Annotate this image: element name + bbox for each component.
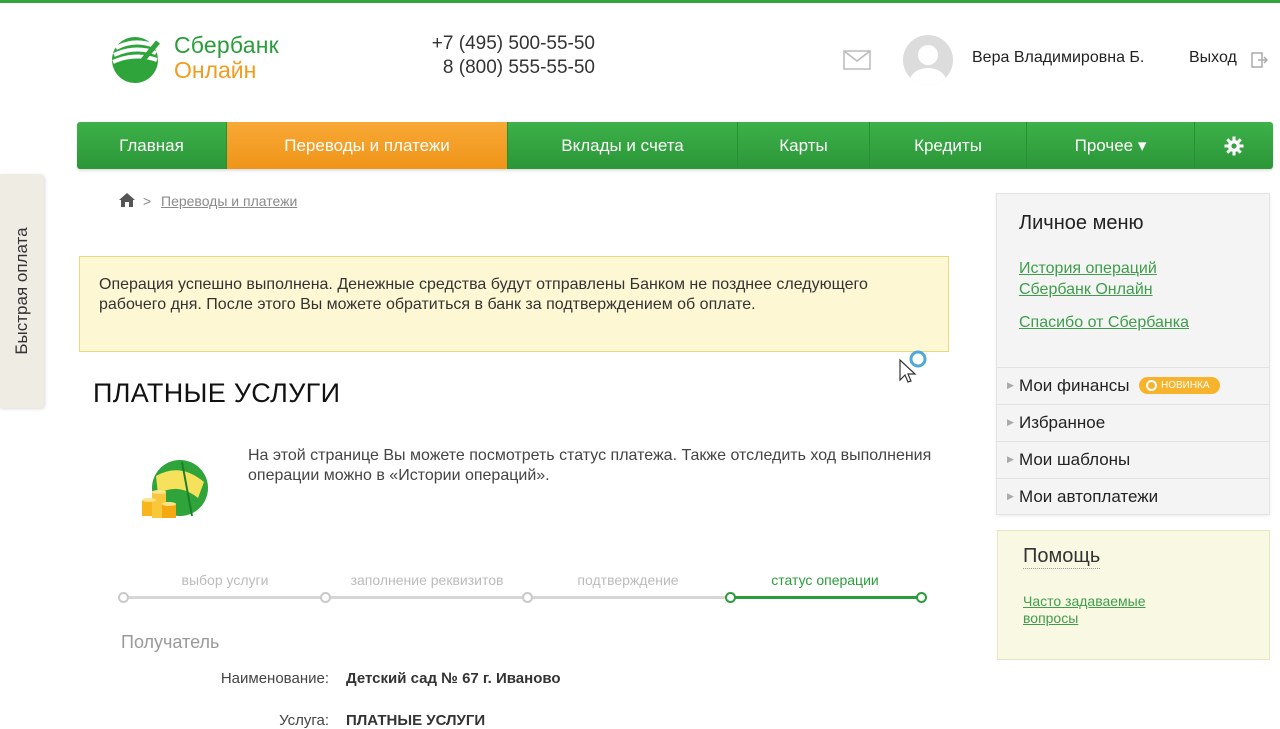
logo-text-online: Онлайн bbox=[174, 57, 257, 83]
step-dot-4 bbox=[725, 592, 736, 603]
logout-icon[interactable] bbox=[1249, 50, 1269, 70]
phone-moscow: +7 (495) 500-55-50 bbox=[431, 33, 595, 54]
service-label: Услуга: bbox=[279, 712, 329, 729]
step-dot-2 bbox=[320, 592, 331, 603]
logo-text-sberbank: Сбербанк bbox=[174, 32, 279, 58]
arrow-right-icon: ▶ bbox=[1007, 380, 1014, 390]
arrow-right-icon: ▶ bbox=[1007, 454, 1014, 464]
menu-item-label: Мои финансы bbox=[1019, 376, 1130, 395]
menu-item-label: Мои автоплатежи bbox=[1019, 487, 1159, 506]
personal-menu-title: Личное меню bbox=[1019, 212, 1144, 234]
step-dot-3 bbox=[522, 592, 533, 603]
spasibo-link[interactable]: Спасибо от Сбербанка bbox=[1019, 312, 1189, 333]
personal-menu: Личное меню История операций Сбербанк Он… bbox=[996, 193, 1270, 515]
help-panel: Помощь Часто задаваемые вопросы bbox=[997, 530, 1270, 660]
success-notice: Операция успешно выполнена. Денежные сре… bbox=[79, 256, 949, 352]
page-title: ПЛАТНЫЕ УСЛУГИ bbox=[93, 378, 341, 408]
breadcrumb-link[interactable]: Переводы и платежи bbox=[161, 193, 297, 209]
sberbank-logo-icon bbox=[112, 37, 160, 83]
service-value: ПЛАТНЫЕ УСЛУГИ bbox=[346, 712, 486, 729]
step-label-4: статус операции bbox=[771, 572, 879, 588]
sberbank-logo[interactable]: Сбербанк Онлайн bbox=[108, 30, 308, 86]
nav-item-home[interactable]: Главная bbox=[77, 122, 227, 169]
step-dot-end bbox=[916, 592, 927, 603]
top-accent-line bbox=[0, 0, 1280, 3]
nav-item-cards[interactable]: Карты bbox=[738, 122, 870, 169]
menu-item-label: Избранное bbox=[1019, 413, 1106, 432]
progress-track-active bbox=[730, 596, 922, 599]
mouse-cursor-icon bbox=[899, 350, 927, 383]
intro-text: На этой странице Вы можете посмотреть ст… bbox=[248, 447, 932, 484]
contact-phones: +7 (495) 500-55-50 8 (800) 555-55-50 bbox=[400, 32, 595, 80]
coins-globe-icon bbox=[142, 460, 208, 518]
name-value: Детский сад № 67 г. Иваново bbox=[346, 670, 561, 687]
user-name[interactable]: Вера Владимировна Б. bbox=[972, 49, 1144, 67]
recipient-heading: Получатель bbox=[121, 632, 220, 652]
badge-circle-icon bbox=[1146, 380, 1157, 391]
home-icon[interactable] bbox=[118, 192, 136, 208]
progress-track bbox=[124, 596, 730, 599]
mail-icon[interactable] bbox=[843, 50, 871, 70]
nav-item-transfers[interactable]: Переводы и платежи bbox=[227, 122, 508, 169]
menu-item-label: Мои шаблоны bbox=[1019, 450, 1131, 469]
step-label-3: подтверждение bbox=[577, 572, 679, 588]
menu-item-autopayments[interactable]: ▶ Мои автоплатежи bbox=[997, 478, 1269, 515]
settings-button[interactable] bbox=[1195, 122, 1273, 169]
quick-pay-tab[interactable]: Быстрая оплата bbox=[0, 174, 44, 408]
progress-steps: выбор услуги заполнение реквизитов подтв… bbox=[118, 572, 930, 606]
arrow-right-icon: ▶ bbox=[1007, 417, 1014, 427]
avatar[interactable] bbox=[903, 35, 953, 85]
menu-item-templates[interactable]: ▶ Мои шаблоны bbox=[997, 441, 1269, 478]
nav-item-credits[interactable]: Кредиты bbox=[870, 122, 1027, 169]
nav-item-other[interactable]: Прочее ▾ bbox=[1027, 122, 1195, 169]
badge-label: НОВИНКА bbox=[1161, 380, 1210, 391]
history-link[interactable]: История операций Сбербанк Онлайн bbox=[1019, 258, 1219, 300]
faq-link[interactable]: Часто задаваемые вопросы bbox=[1023, 593, 1193, 627]
logout-link[interactable]: Выход bbox=[1189, 49, 1237, 67]
gear-icon bbox=[1224, 136, 1244, 155]
name-label: Наименование: bbox=[220, 670, 329, 687]
quick-pay-label: Быстрая оплата bbox=[12, 227, 31, 355]
step-label-1: выбор услуги bbox=[181, 572, 269, 588]
arrow-right-icon: ▶ bbox=[1007, 491, 1014, 501]
phone-free: 8 (800) 555-55-50 bbox=[442, 57, 595, 78]
menu-item-favorites[interactable]: ▶ Избранное bbox=[997, 404, 1269, 441]
step-label-2: заполнение реквизитов bbox=[350, 572, 504, 588]
chevron-right-icon: > bbox=[143, 193, 152, 209]
main-navigation: Главная Переводы и платежи Вклады и счет… bbox=[77, 122, 1273, 169]
user-silhouette-icon bbox=[910, 45, 946, 85]
help-title[interactable]: Помощь bbox=[1023, 545, 1101, 569]
menu-item-finances[interactable]: ▶ Мои финансы НОВИНКА bbox=[997, 367, 1269, 404]
new-badge: НОВИНКА bbox=[1139, 377, 1220, 394]
step-dot-1 bbox=[118, 592, 129, 603]
nav-item-deposits[interactable]: Вклады и счета bbox=[508, 122, 738, 169]
